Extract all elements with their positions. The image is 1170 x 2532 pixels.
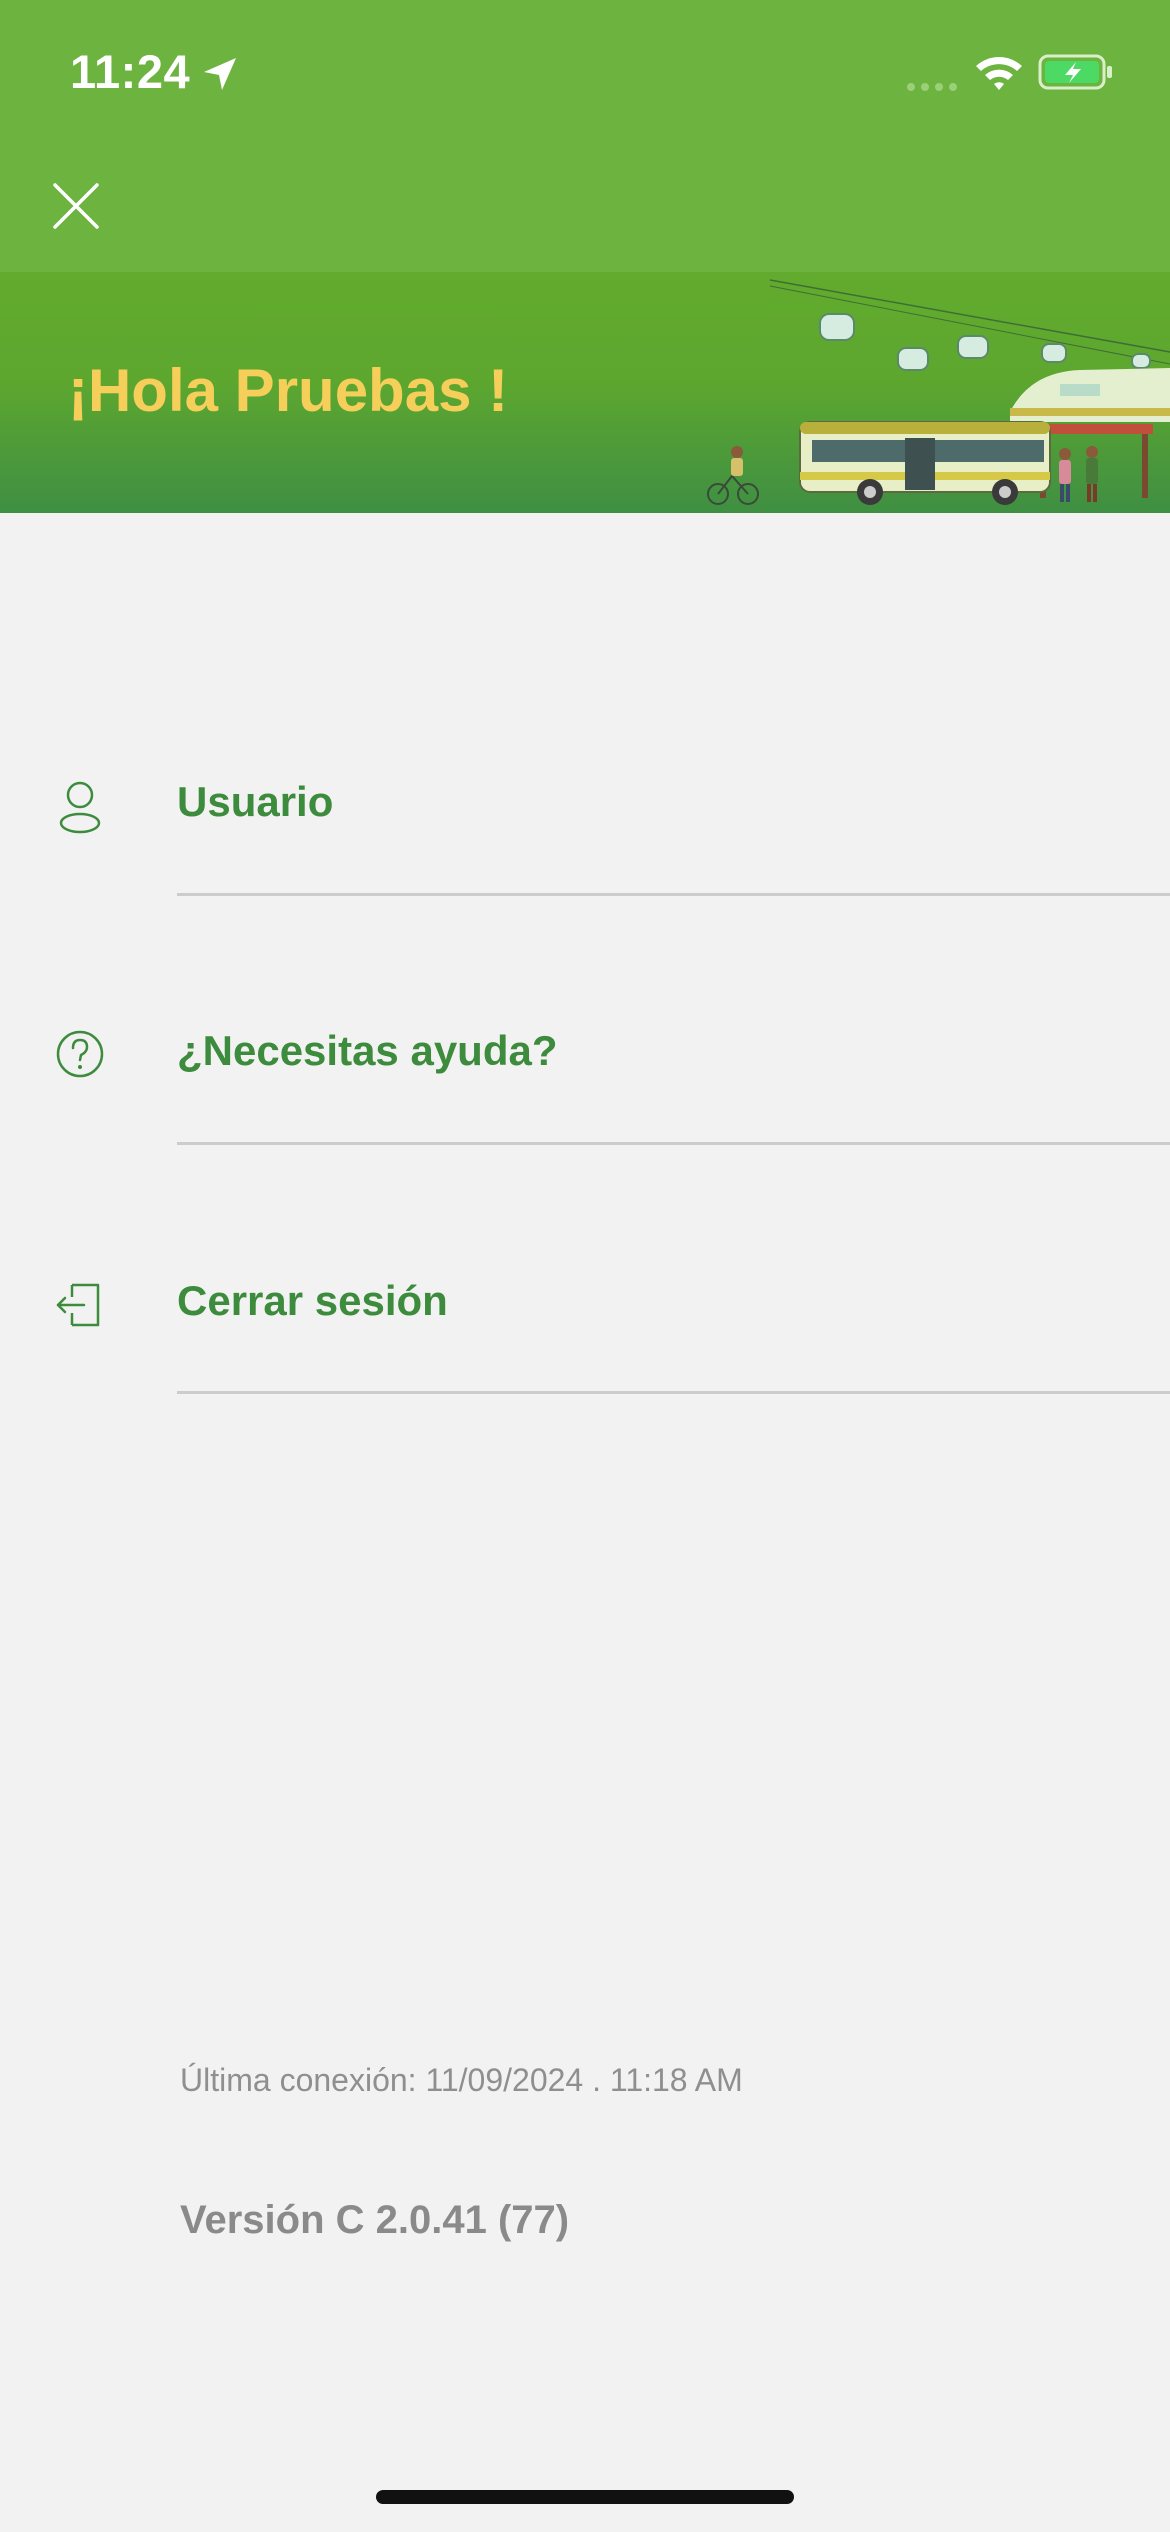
transit-illustration xyxy=(707,279,1170,505)
menu-item-cerrar-sesion[interactable]: Cerrar sesión xyxy=(0,1200,1170,1400)
logout-icon xyxy=(56,1283,100,1327)
divider xyxy=(177,1142,1170,1145)
user-icon xyxy=(59,781,101,834)
location-arrow-icon xyxy=(204,58,236,90)
signal-icon xyxy=(907,83,957,91)
help-icon xyxy=(56,1030,104,1078)
menu-item-usuario[interactable]: Usuario xyxy=(0,700,1170,900)
wifi-icon xyxy=(976,57,1022,90)
menu-item-ayuda[interactable]: ¿Necesitas ayuda? xyxy=(0,950,1170,1150)
home-indicator xyxy=(376,2490,794,2504)
last-connection-text: Última conexión: 11/09/2024 . 11:18 AM xyxy=(180,2062,743,2098)
divider xyxy=(177,893,1170,896)
battery-charging-icon xyxy=(1038,54,1112,90)
menu-item-label: Usuario xyxy=(177,778,334,825)
status-time: 11:24 xyxy=(70,45,191,98)
app-version: Versión C 2.0.41 (77) xyxy=(180,2198,570,2242)
greeting-text: ¡Hola Pruebas ! xyxy=(68,357,509,424)
menu-item-label: ¿Necesitas ayuda? xyxy=(177,1027,558,1074)
menu-item-label: Cerrar sesión xyxy=(177,1277,448,1324)
divider xyxy=(177,1391,1170,1394)
close-button[interactable] xyxy=(40,170,112,242)
top-bar: 11:24 xyxy=(0,0,1170,272)
close-icon xyxy=(53,183,99,229)
